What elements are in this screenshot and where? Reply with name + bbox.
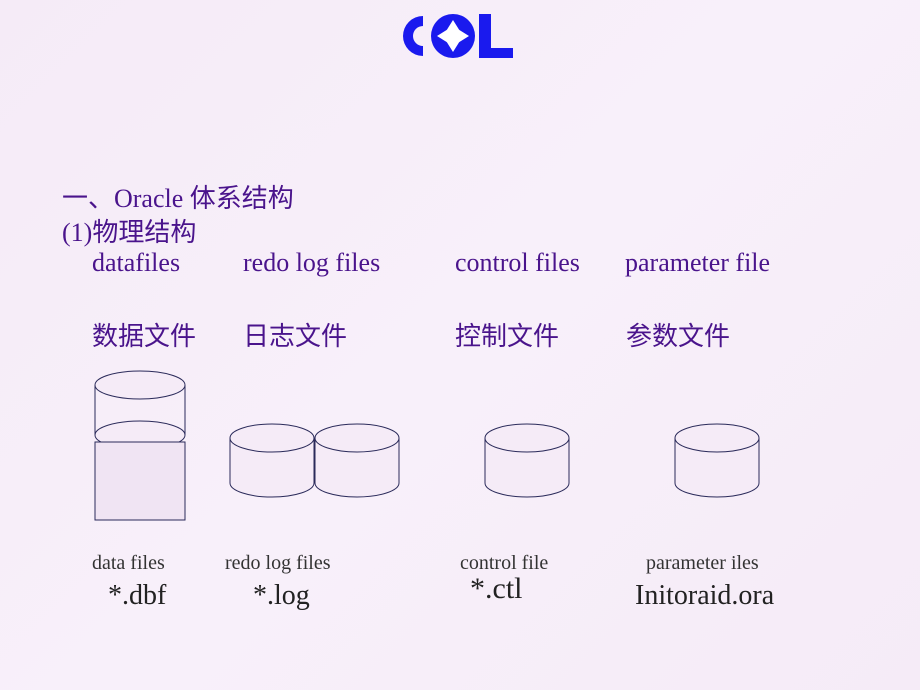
redolog-extension: *.log <box>253 580 310 612</box>
redolog-chinese: 日志文件 <box>243 316 347 353</box>
control-chinese: 控制文件 <box>455 316 559 353</box>
redolog-small-label: redo log files <box>225 552 331 575</box>
heading-title: 一、Oracle 体系结构 <box>62 178 294 215</box>
parameter-english: parameter file <box>625 248 770 278</box>
datafiles-small-label: data files <box>92 552 165 575</box>
heading-subtitle: (1)物理结构 <box>62 212 196 249</box>
parameter-cylinder-icon <box>670 423 770 513</box>
parameter-extension: Initoraid.ora <box>635 580 774 612</box>
redolog-cylinder-icon <box>225 423 405 513</box>
datafiles-extension: *.dbf <box>108 580 166 612</box>
parameter-chinese: 参数文件 <box>626 316 730 353</box>
control-cylinder-icon <box>480 423 580 513</box>
cylinder-diagrams <box>0 378 920 528</box>
datafiles-cylinder-icon <box>90 370 190 530</box>
datafiles-chinese: 数据文件 <box>92 316 196 353</box>
parameter-small-label: parameter iles <box>646 552 759 575</box>
logo <box>395 8 525 69</box>
datafiles-english: datafiles <box>92 248 180 278</box>
control-english: control files <box>455 248 580 278</box>
redolog-english: redo log files <box>243 248 380 278</box>
control-extension: *.ctl <box>470 572 523 606</box>
